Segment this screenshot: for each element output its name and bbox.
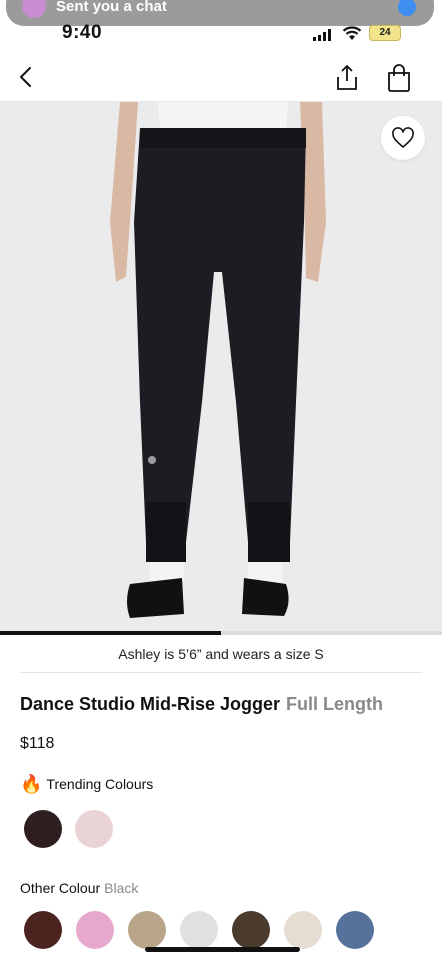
gallery-progress-fill bbox=[0, 631, 221, 635]
product-price: $118 bbox=[20, 735, 55, 752]
notification-text: Sent you a chat bbox=[56, 0, 167, 15]
shopping-bag-icon[interactable] bbox=[386, 64, 412, 92]
notification-app-icon bbox=[398, 0, 416, 16]
back-arrow-icon[interactable] bbox=[14, 64, 40, 90]
product-image[interactable] bbox=[0, 102, 442, 634]
status-bar: 9:40 24 bbox=[0, 20, 442, 48]
model-size-note: Ashley is 5’6” and wears a size S bbox=[118, 646, 324, 662]
colour-swatch[interactable] bbox=[24, 911, 62, 949]
wifi-icon bbox=[342, 26, 362, 40]
colour-swatch[interactable] bbox=[75, 810, 113, 848]
divider bbox=[20, 672, 422, 673]
share-icon[interactable] bbox=[334, 64, 360, 92]
product-title: Dance Studio Mid-Rise Jogger Full Length bbox=[20, 694, 383, 715]
product-name: Dance Studio Mid-Rise Jogger bbox=[20, 694, 281, 714]
battery-indicator: 24 bbox=[369, 25, 401, 41]
colour-swatch[interactable] bbox=[336, 911, 374, 949]
colour-swatch[interactable] bbox=[284, 911, 322, 949]
trending-colours-header: 🔥 Trending Colours bbox=[20, 775, 153, 793]
colour-swatch[interactable] bbox=[232, 911, 270, 949]
avatar bbox=[22, 0, 46, 18]
jogger-photo bbox=[0, 102, 442, 634]
product-length: Full Length bbox=[286, 694, 384, 714]
colour-swatch[interactable] bbox=[128, 911, 166, 949]
wishlist-button[interactable] bbox=[381, 116, 425, 160]
cellular-signal-icon bbox=[313, 29, 331, 41]
gallery-progress bbox=[0, 631, 442, 635]
colour-swatch[interactable] bbox=[180, 911, 218, 949]
colour-swatch[interactable] bbox=[76, 911, 114, 949]
status-time: 9:40 bbox=[62, 22, 103, 43]
heart-icon bbox=[392, 127, 414, 148]
other-colour-header: Other Colour Black bbox=[20, 880, 138, 896]
navigation-bar bbox=[0, 52, 442, 102]
fire-icon: 🔥 bbox=[20, 774, 43, 794]
trending-colours-label: Trending Colours bbox=[46, 776, 154, 792]
selected-colour-name: Black bbox=[104, 880, 139, 896]
colour-swatch[interactable] bbox=[24, 810, 62, 848]
home-indicator[interactable] bbox=[145, 947, 300, 952]
other-colour-label: Other Colour bbox=[20, 880, 101, 896]
